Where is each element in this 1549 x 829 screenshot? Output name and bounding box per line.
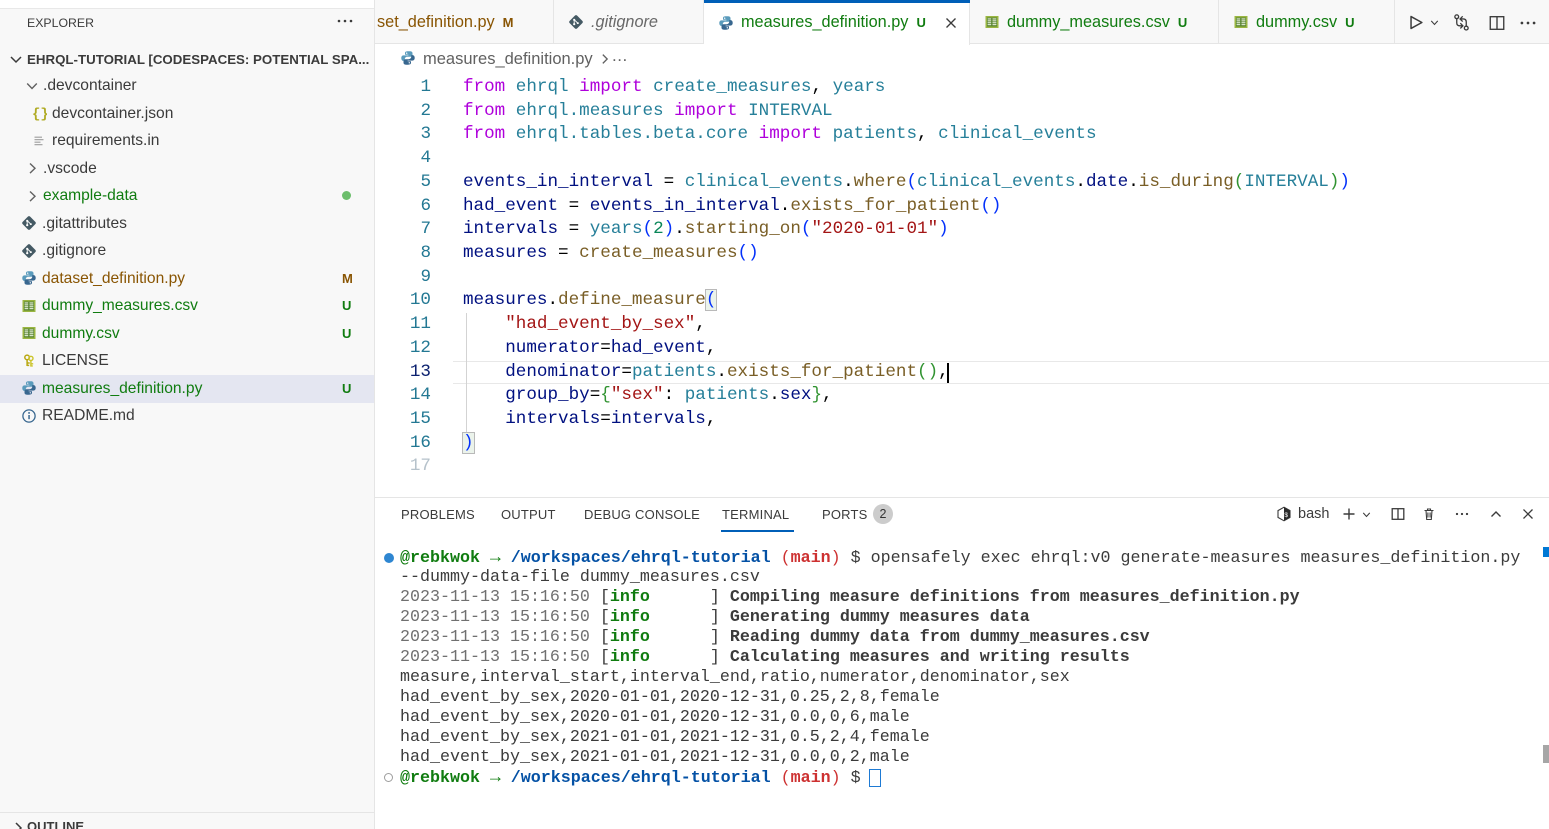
svg-text:$: $ (1284, 512, 1288, 519)
svg-text:{}: {} (32, 107, 47, 122)
